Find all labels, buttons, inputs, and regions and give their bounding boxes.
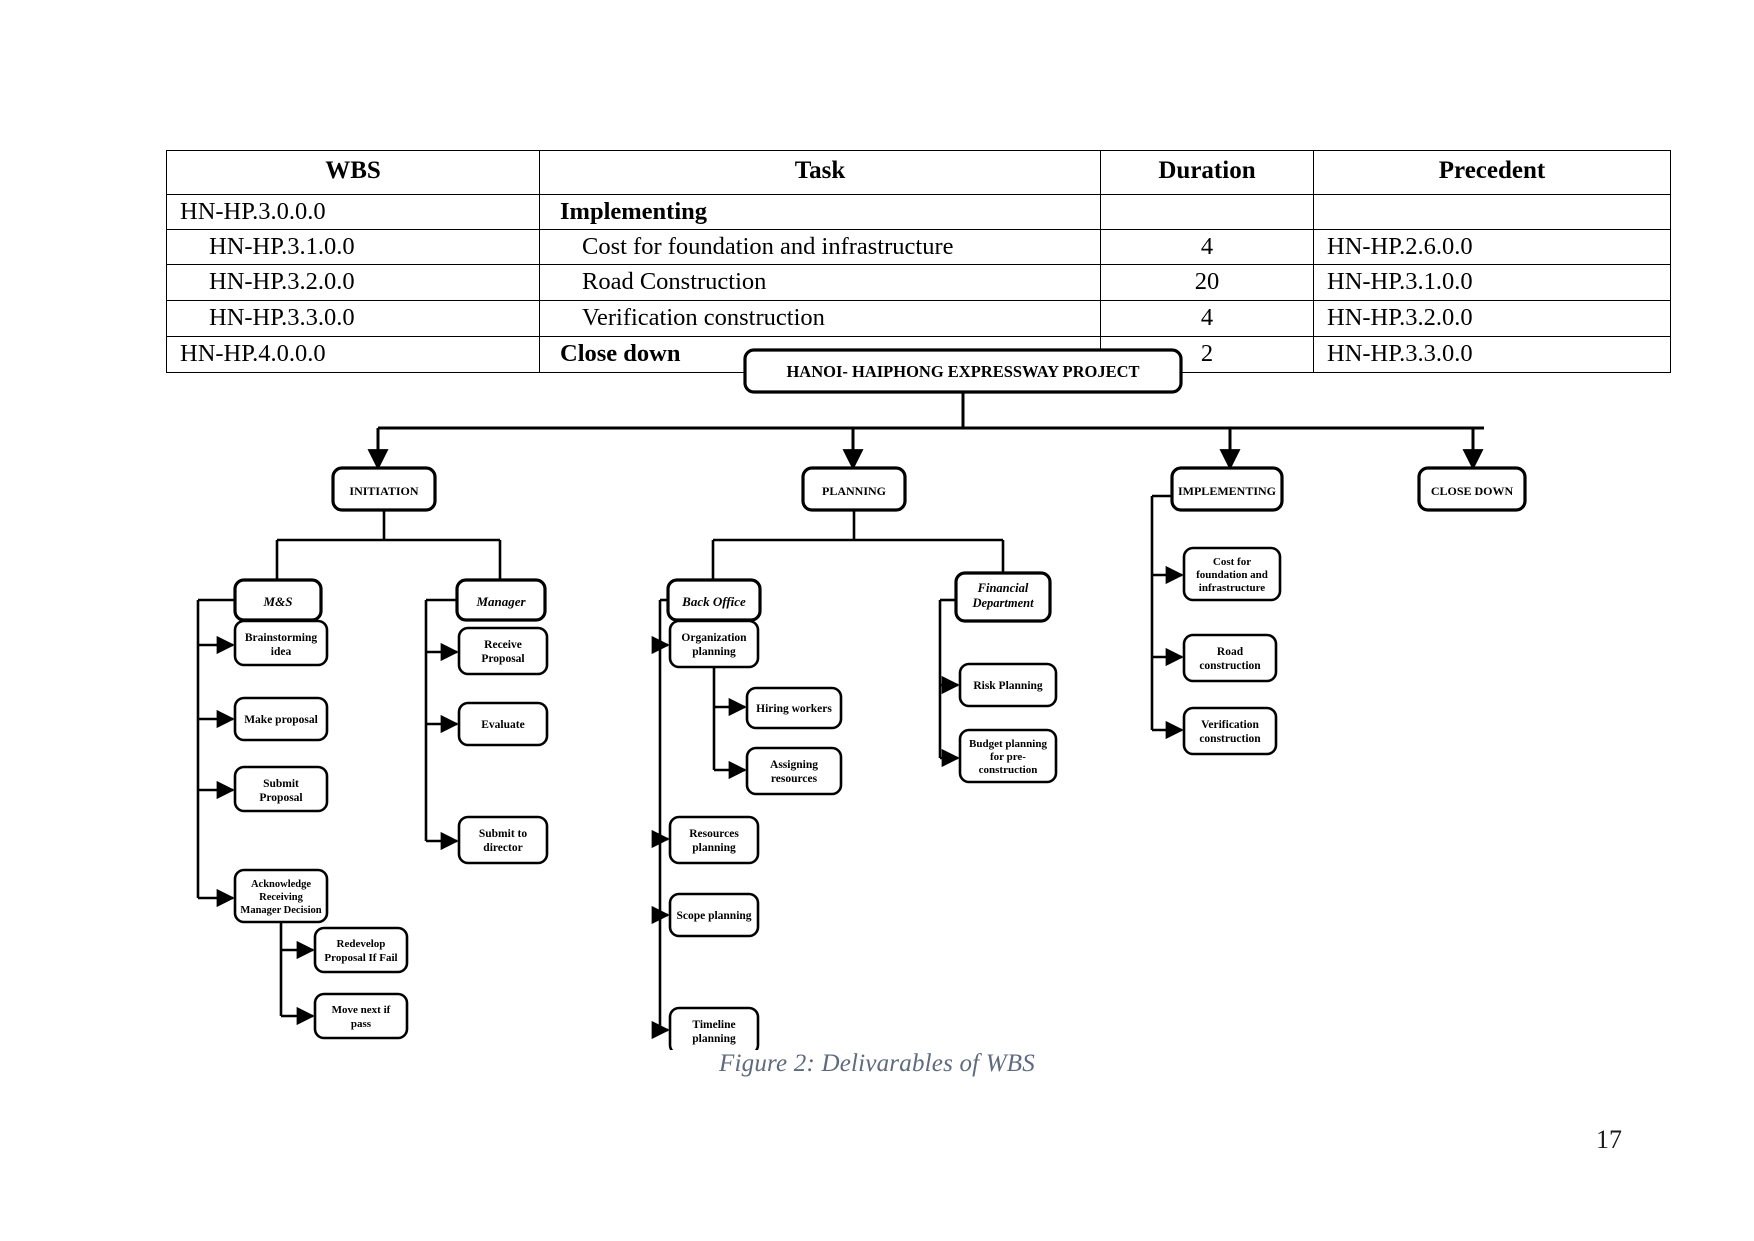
connector-implementing-children (1150, 494, 1184, 740)
node-evaluate-label: Evaluate (481, 719, 524, 731)
node-root-label: HANOI- HAIPHONG EXPRESSWAY PROJECT (786, 362, 1139, 381)
node-initiation: INITIATION (331, 466, 437, 512)
node-scope-planning: Scope planning (668, 892, 760, 938)
node-financial-department: Financial Department (954, 571, 1052, 623)
node-budget-planning-pre-construction: Budget planning for pre-construction (958, 728, 1058, 784)
column-header-duration: Duration (1100, 150, 1314, 195)
node-ms-label: M&S (263, 594, 293, 609)
cell-precedent (1313, 193, 1671, 230)
connector-financial-children (938, 598, 960, 768)
node-scope-planning-label: Scope planning (676, 910, 751, 922)
node-acknowledge-receiving-manager-decision: Acknowledge Receiving Manager Decision (233, 868, 329, 924)
node-hiring-workers-label: Hiring workers (756, 703, 832, 715)
node-receive-proposal: Receive Proposal (457, 626, 549, 676)
node-planning-label: PLANNING (822, 484, 886, 498)
wbs-deliverables-diagram: HANOI- HAIPHONG EXPRESSWAY PROJECT INITI… (0, 330, 1754, 1050)
node-evaluate: Evaluate (457, 701, 549, 747)
table-row: HN-HP.3.0.0.0 Implementing (166, 193, 1671, 230)
node-implementing: IMPLEMENTING (1170, 466, 1284, 512)
node-assigning-resources: Assigning resources (745, 746, 843, 796)
table-header: WBS Task Duration Precedent (166, 150, 1671, 195)
node-organization-planning: Organization planning (668, 619, 760, 669)
node-financial-department-label: Financial Department (971, 581, 1034, 610)
connector-manager-children (424, 598, 459, 851)
node-hiring-workers: Hiring workers (745, 686, 843, 730)
connector-organization-children (712, 667, 747, 780)
cell-wbs: HN-HP.3.0.0.0 (166, 193, 540, 230)
connector-initiation-children (275, 510, 502, 580)
table-row: HN-HP.3.2.0.0 Road Construction 20 HN-HP… (166, 264, 1671, 302)
node-redevelop-proposal-if-fail: Redevelop Proposal If Fail (313, 926, 409, 974)
column-header-precedent: Precedent (1313, 150, 1671, 195)
connector-planning-children (711, 510, 1005, 580)
page-number: 17 (1596, 1125, 1622, 1154)
node-back-office: Back Office (666, 578, 762, 622)
node-move-next-if-pass: Move next if pass (313, 992, 409, 1040)
cell-task: Cost for foundation and infrastructure (539, 228, 1101, 266)
node-ms: M&S (233, 578, 323, 622)
table-row: HN-HP.3.1.0.0 Cost for foundation and in… (166, 228, 1671, 266)
node-road-construction: Road construction (1182, 633, 1278, 683)
cell-wbs: HN-HP.3.2.0.0 (166, 264, 540, 302)
cell-duration: 4 (1100, 228, 1314, 266)
node-submit-proposal: Submit Proposal (233, 765, 329, 813)
cell-task: Road Construction (539, 264, 1101, 302)
table-header-row: WBS Task Duration Precedent (166, 150, 1671, 195)
connector-acknowledge-children (279, 922, 315, 1026)
cell-precedent: HN-HP.2.6.0.0 (1313, 228, 1671, 266)
node-planning: PLANNING (801, 466, 907, 512)
connector-back-office-children (651, 598, 670, 1040)
connector-root-to-phases (367, 390, 1484, 471)
node-back-office-label: Back Office (681, 594, 746, 609)
node-close-down: CLOSE DOWN (1417, 466, 1527, 512)
cell-duration: 20 (1100, 264, 1314, 302)
node-close-down-label: CLOSE DOWN (1431, 484, 1514, 498)
node-risk-planning-label: Risk Planning (973, 680, 1043, 692)
node-submit-to-director: Submit to director (457, 815, 549, 865)
cell-wbs: HN-HP.3.1.0.0 (166, 228, 540, 266)
figure-caption: Figure 2: Delivarables of WBS (719, 1050, 1035, 1077)
node-verification-construction: Verification construction (1182, 706, 1278, 756)
node-brainstorming-idea: Brainstorming idea (233, 619, 329, 667)
node-initiation-label: INITIATION (349, 484, 418, 498)
cell-precedent: HN-HP.3.1.0.0 (1313, 264, 1671, 302)
node-implementing-label: IMPLEMENTING (1178, 484, 1276, 498)
node-timeline-planning: Timeline planning (668, 1006, 760, 1050)
cell-task: Implementing (539, 193, 1101, 230)
node-manager-label: Manager (475, 594, 526, 609)
node-make-proposal: Make proposal (233, 696, 329, 742)
node-resources-planning: Resources planning (668, 815, 760, 865)
node-manager: Manager (455, 578, 547, 622)
column-header-wbs: WBS (166, 150, 540, 195)
connector-ms-children (196, 598, 235, 908)
column-header-task: Task (539, 150, 1101, 195)
node-root: HANOI- HAIPHONG EXPRESSWAY PROJECT (743, 348, 1183, 394)
cell-duration (1100, 193, 1314, 230)
node-cost-for-foundation: Cost for foundation and infrastructure (1182, 546, 1282, 602)
node-risk-planning: Risk Planning (958, 662, 1058, 708)
node-make-proposal-label: Make proposal (244, 714, 318, 726)
